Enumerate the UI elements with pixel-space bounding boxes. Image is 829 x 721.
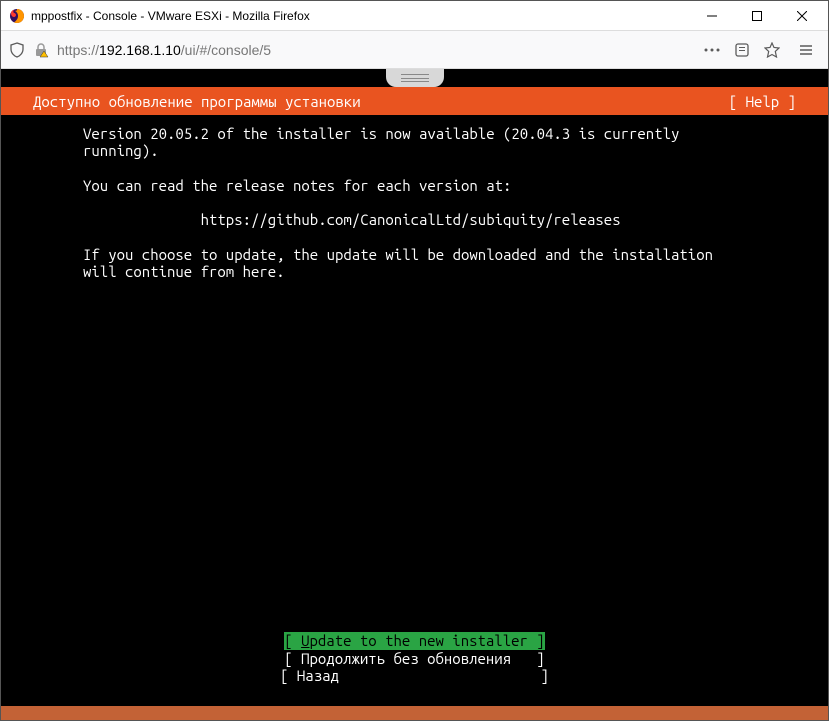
console-viewport[interactable]: Доступно обновление программы установки …	[1, 69, 828, 720]
close-button[interactable]	[779, 1, 824, 30]
installer-footer-strip	[1, 706, 828, 720]
installer-header-title: Доступно обновление программы установки	[33, 93, 361, 110]
hamburger-menu-button[interactable]	[792, 36, 820, 64]
installer-menu: [ Update to the new installer ] [ Продол…	[1, 632, 828, 684]
url-host: 192.168.1.10	[99, 42, 181, 58]
titlebar: mppostfix - Console - VMware ESXi - Mozi…	[1, 1, 828, 31]
reader-mode-icon[interactable]	[734, 42, 750, 58]
release-notes-url: https://github.com/CanonicalLtd/subiquit…	[201, 211, 621, 228]
help-button[interactable]: [ Help ]	[729, 93, 796, 110]
url-path: /ui/#/console/5	[181, 42, 271, 58]
window-controls	[689, 1, 824, 30]
lock-warning-icon[interactable]	[33, 42, 49, 58]
tracking-shield-icon[interactable]	[9, 42, 25, 58]
maximize-button[interactable]	[734, 1, 779, 30]
grip-lines-icon	[401, 74, 429, 82]
menu-back[interactable]: [ Назад ]	[280, 667, 549, 684]
body-line: Version 20.05.2 of the installer is now …	[83, 125, 679, 142]
url-scheme: https://	[57, 42, 99, 58]
pull-down-handle[interactable]	[386, 69, 444, 87]
address-bar: https://192.168.1.10/ui/#/console/5	[1, 31, 828, 69]
minimize-button[interactable]	[689, 1, 734, 30]
body-line: will continue from here.	[83, 263, 285, 280]
menu-continue-without-update[interactable]: [ Продолжить без обновления ]	[284, 650, 544, 667]
console-top-bar	[1, 69, 828, 87]
body-line: If you choose to update, the update will…	[83, 246, 713, 263]
url-field[interactable]: https://192.168.1.10/ui/#/console/5	[57, 42, 696, 58]
firefox-icon	[9, 8, 25, 24]
body-line: You can read the release notes for each …	[83, 177, 511, 194]
installer-header: Доступно обновление программы установки …	[1, 87, 828, 115]
addressbar-actions	[704, 42, 784, 58]
body-line: running).	[83, 142, 159, 159]
window-title: mppostfix - Console - VMware ESXi - Mozi…	[31, 9, 689, 23]
bookmark-star-icon[interactable]	[764, 42, 780, 58]
page-actions-icon[interactable]	[704, 42, 720, 58]
installer-body: Version 20.05.2 of the installer is now …	[1, 115, 828, 706]
menu-update-installer[interactable]: [ Update to the new installer ]	[284, 632, 544, 649]
